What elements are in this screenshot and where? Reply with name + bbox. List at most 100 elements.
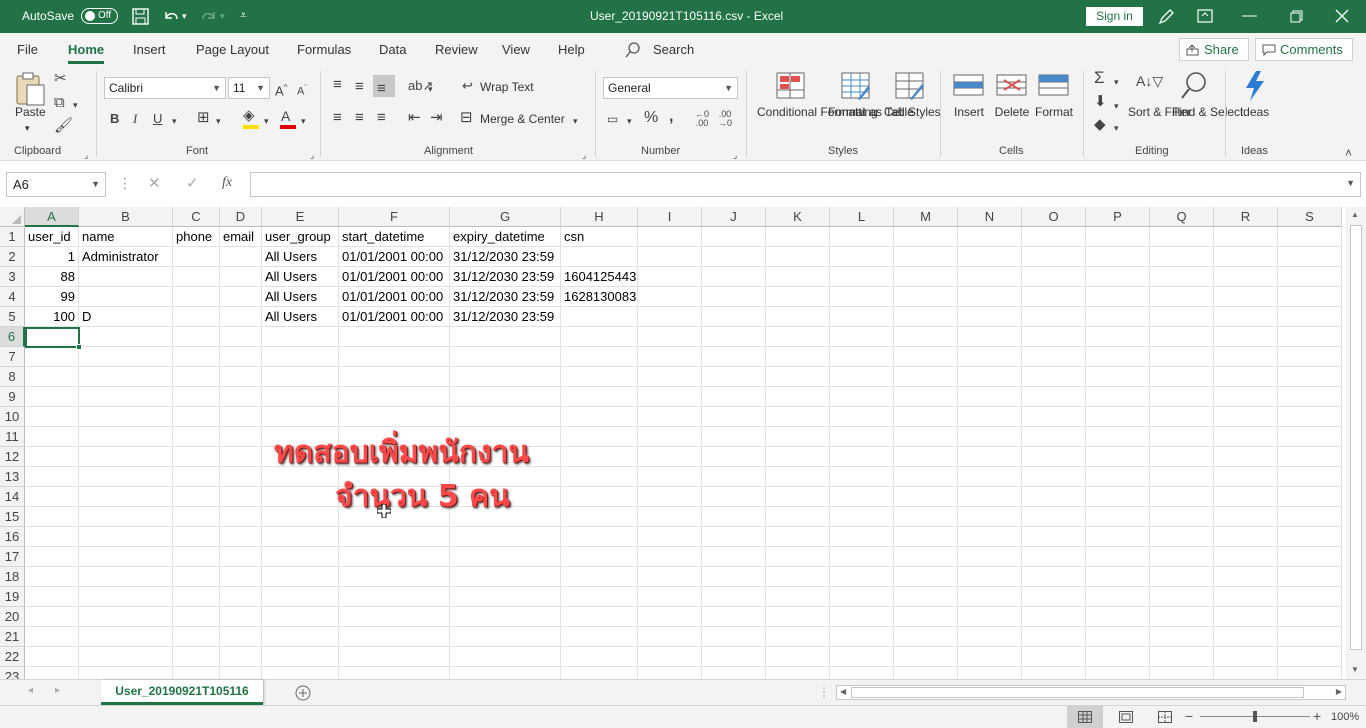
row-header-15[interactable]: 15 xyxy=(0,507,25,527)
cell-l5[interactable] xyxy=(830,307,894,327)
insert-cells-icon[interactable] xyxy=(953,72,985,100)
cell-l17[interactable] xyxy=(830,547,894,567)
cell-e20[interactable] xyxy=(262,607,339,627)
cell-l2[interactable] xyxy=(830,247,894,267)
row-header-8[interactable]: 8 xyxy=(0,367,25,387)
cell-m4[interactable] xyxy=(894,287,958,307)
cell-j1[interactable] xyxy=(702,227,766,247)
cell-a9[interactable] xyxy=(25,387,79,407)
cell-q13[interactable] xyxy=(1150,467,1214,487)
cell-c1[interactable]: phone xyxy=(173,227,220,247)
cell-n14[interactable] xyxy=(958,487,1022,507)
cell-r4[interactable] xyxy=(1214,287,1278,307)
cell-n15[interactable] xyxy=(958,507,1022,527)
ideas-icon[interactable] xyxy=(1242,70,1268,102)
cell-r11[interactable] xyxy=(1214,427,1278,447)
cell-m18[interactable] xyxy=(894,567,958,587)
cell-b5[interactable]: D xyxy=(79,307,173,327)
cell-m14[interactable] xyxy=(894,487,958,507)
cell-i6[interactable] xyxy=(638,327,702,347)
scroll-left-icon[interactable]: ◀ xyxy=(840,687,846,696)
cell-h15[interactable] xyxy=(561,507,638,527)
cell-b10[interactable] xyxy=(79,407,173,427)
cell-j6[interactable] xyxy=(702,327,766,347)
ideas-button[interactable]: Ideas xyxy=(1236,105,1273,120)
cell-m21[interactable] xyxy=(894,627,958,647)
cell-h5[interactable] xyxy=(561,307,638,327)
cell-j14[interactable] xyxy=(702,487,766,507)
cell-k9[interactable] xyxy=(766,387,830,407)
vertical-scroll-thumb[interactable] xyxy=(1350,225,1362,650)
cell-b22[interactable] xyxy=(79,647,173,667)
cell-n22[interactable] xyxy=(958,647,1022,667)
align-middle-icon[interactable]: ≡ xyxy=(355,79,364,95)
cell-p8[interactable] xyxy=(1086,367,1150,387)
cell-r2[interactable] xyxy=(1214,247,1278,267)
cell-o7[interactable] xyxy=(1022,347,1086,367)
cell-c16[interactable] xyxy=(173,527,220,547)
cell-k13[interactable] xyxy=(766,467,830,487)
fill-color-icon[interactable]: ◈ xyxy=(243,108,255,124)
cell-i18[interactable] xyxy=(638,567,702,587)
cell-m22[interactable] xyxy=(894,647,958,667)
cell-m7[interactable] xyxy=(894,347,958,367)
cell-h12[interactable] xyxy=(561,447,638,467)
decrease-indent-icon[interactable]: ⇤ xyxy=(408,110,421,126)
bold-icon[interactable]: B xyxy=(110,111,119,127)
cell-p18[interactable] xyxy=(1086,567,1150,587)
cell-a20[interactable] xyxy=(25,607,79,627)
cell-i19[interactable] xyxy=(638,587,702,607)
row-header-22[interactable]: 22 xyxy=(0,647,25,667)
cell-d19[interactable] xyxy=(220,587,262,607)
cell-o5[interactable] xyxy=(1022,307,1086,327)
tab-help[interactable]: Help xyxy=(558,42,585,57)
cell-f21[interactable] xyxy=(339,627,450,647)
cell-s16[interactable] xyxy=(1278,527,1342,547)
tab-view[interactable]: View xyxy=(502,42,530,57)
cell-r18[interactable] xyxy=(1214,567,1278,587)
cell-n20[interactable] xyxy=(958,607,1022,627)
cell-o12[interactable] xyxy=(1022,447,1086,467)
cell-a5[interactable]: 100 xyxy=(25,307,79,327)
cell-l12[interactable] xyxy=(830,447,894,467)
copy-dropdown-icon[interactable]: ▾ xyxy=(73,97,78,113)
cell-c21[interactable] xyxy=(173,627,220,647)
cell-k18[interactable] xyxy=(766,567,830,587)
cell-c4[interactable] xyxy=(173,287,220,307)
cell-c6[interactable] xyxy=(173,327,220,347)
cell-b15[interactable] xyxy=(79,507,173,527)
fill-dropdown-icon[interactable]: ▾ xyxy=(1114,98,1119,114)
cell-c12[interactable] xyxy=(173,447,220,467)
cell-i1[interactable] xyxy=(638,227,702,247)
cell-m11[interactable] xyxy=(894,427,958,447)
delete-cells-icon[interactable] xyxy=(996,72,1028,100)
cell-f9[interactable] xyxy=(339,387,450,407)
cell-d18[interactable] xyxy=(220,567,262,587)
cell-c13[interactable] xyxy=(173,467,220,487)
cell-g22[interactable] xyxy=(450,647,561,667)
row-header-12[interactable]: 12 xyxy=(0,447,25,467)
cell-h7[interactable] xyxy=(561,347,638,367)
cell-o8[interactable] xyxy=(1022,367,1086,387)
cell-q19[interactable] xyxy=(1150,587,1214,607)
cell-p13[interactable] xyxy=(1086,467,1150,487)
cell-a16[interactable] xyxy=(25,527,79,547)
cell-m20[interactable] xyxy=(894,607,958,627)
cell-g1[interactable]: expiry_datetime xyxy=(450,227,561,247)
formula-input[interactable]: ▼ xyxy=(250,172,1361,197)
cell-d10[interactable] xyxy=(220,407,262,427)
cell-g3[interactable]: 31/12/2030 23:59 xyxy=(450,267,561,287)
cell-s15[interactable] xyxy=(1278,507,1342,527)
cell-f2[interactable]: 01/01/2001 00:00 xyxy=(339,247,450,267)
ribbon-display-options-icon[interactable] xyxy=(1197,9,1213,23)
cell-k1[interactable] xyxy=(766,227,830,247)
cell-l1[interactable] xyxy=(830,227,894,247)
cell-h8[interactable] xyxy=(561,367,638,387)
cell-s10[interactable] xyxy=(1278,407,1342,427)
autosave-toggle[interactable]: Off xyxy=(81,8,118,24)
row-header-10[interactable]: 10 xyxy=(0,407,25,427)
cell-h20[interactable] xyxy=(561,607,638,627)
cell-e23[interactable] xyxy=(262,667,339,679)
cell-l13[interactable] xyxy=(830,467,894,487)
row-header-23[interactable]: 23 xyxy=(0,667,25,679)
